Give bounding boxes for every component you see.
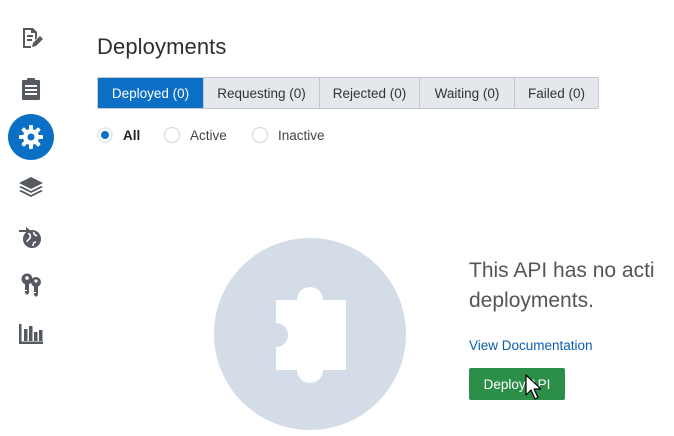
tab-failed[interactable]: Failed (0) xyxy=(515,78,598,108)
view-documentation-link[interactable]: View Documentation xyxy=(469,338,593,353)
empty-state-message-line: deployments. xyxy=(469,289,594,312)
puzzle-piece-icon xyxy=(264,287,346,383)
sidebar-item-keys[interactable] xyxy=(8,262,54,308)
empty-state-illustration xyxy=(214,238,406,430)
radio-label: Active xyxy=(190,127,227,143)
sidebar-item-clipboard[interactable] xyxy=(8,66,54,112)
bar-chart-icon xyxy=(19,324,43,344)
empty-state-message: This API has no acti deployments. xyxy=(469,256,674,316)
gear-icon xyxy=(19,125,43,149)
sidebar-item-documents[interactable] xyxy=(8,15,54,61)
sidebar xyxy=(0,0,62,436)
layers-icon xyxy=(19,177,43,197)
sidebar-item-settings[interactable] xyxy=(8,114,54,160)
keys-icon xyxy=(21,273,41,297)
clipboard-list-icon xyxy=(22,78,40,100)
page-title: Deployments xyxy=(97,34,227,59)
sidebar-item-layers[interactable] xyxy=(8,164,54,210)
deployment-status-tabs: Deployed (0) Requesting (0) Rejected (0)… xyxy=(97,77,599,109)
radio-inactive[interactable]: Inactive xyxy=(252,126,325,144)
sidebar-item-analytics[interactable] xyxy=(8,311,54,357)
edit-document-icon xyxy=(23,28,43,48)
radio-button xyxy=(97,127,113,143)
tab-waiting[interactable]: Waiting (0) xyxy=(420,78,515,108)
sidebar-item-globe[interactable] xyxy=(8,214,54,260)
deploy-api-button[interactable]: Deploy API xyxy=(469,368,565,400)
radio-label: Inactive xyxy=(278,127,325,143)
radio-button xyxy=(252,127,268,143)
radio-all[interactable]: All xyxy=(97,126,140,144)
mouse-cursor-icon xyxy=(525,374,541,400)
radio-label: All xyxy=(123,127,141,143)
radio-button xyxy=(164,127,180,143)
empty-state-message-line: This API has no acti xyxy=(469,259,655,282)
tab-requesting[interactable]: Requesting (0) xyxy=(204,78,320,108)
tab-rejected[interactable]: Rejected (0) xyxy=(320,78,420,108)
radio-active[interactable]: Active xyxy=(164,126,227,144)
tab-deployed[interactable]: Deployed (0) xyxy=(98,78,204,108)
globe-arrow-icon xyxy=(19,227,41,248)
